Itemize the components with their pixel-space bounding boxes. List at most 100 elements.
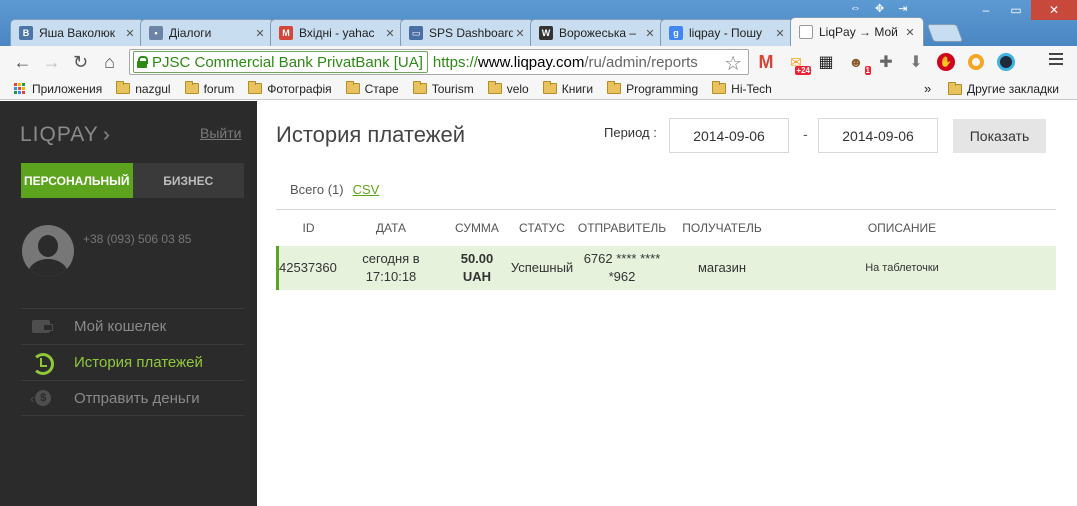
user-phone: +38 (093) 506 03 85 bbox=[83, 232, 192, 246]
bookmark-label: Приложения bbox=[32, 81, 103, 96]
period-label: Период : bbox=[604, 125, 657, 140]
results-summary: Всего (1) CSV bbox=[290, 182, 379, 197]
tab-title: liqpay - Пошу bbox=[689, 26, 762, 40]
date-separator: - bbox=[803, 126, 808, 142]
tab-close-icon[interactable]: ✕ bbox=[643, 27, 657, 40]
back-button[interactable]: ← bbox=[8, 48, 37, 76]
bookmark-folder[interactable]: Hi-Tech bbox=[712, 81, 772, 96]
sidebar-item-payment-history[interactable]: История платежей bbox=[21, 344, 244, 380]
apps-grid-icon bbox=[14, 82, 26, 95]
url-text[interactable]: https://www.liqpay.com/ru/admin/reports bbox=[433, 54, 698, 71]
extension-icons: M ✉ +24 ▦ ☻ 1 ✚ ⬇ ✋ bbox=[754, 50, 1018, 75]
sidebar-item-wallet[interactable]: Мой кошелек bbox=[21, 308, 244, 344]
folder-icon bbox=[712, 81, 727, 94]
payment-sender: 6762 **** **** *962 bbox=[571, 250, 673, 286]
payment-date-time: 17:10:18 bbox=[365, 269, 417, 284]
bookmark-label: Hi-Tech bbox=[731, 81, 772, 96]
bookmark-folder[interactable]: nazgul bbox=[116, 81, 171, 96]
folder-icon bbox=[345, 81, 360, 94]
adblock-icon[interactable]: ✋ bbox=[934, 50, 958, 74]
payment-sender-card: 6762 **** **** bbox=[583, 251, 661, 266]
tab-title: Діалоги bbox=[169, 26, 212, 40]
personal-mode-tab[interactable]: ПЕРСОНАЛЬНЫЙ bbox=[21, 163, 133, 198]
payment-amount: 50.00 UAH bbox=[441, 250, 513, 286]
home-button[interactable]: ⌂ bbox=[95, 48, 124, 76]
bookmark-folder[interactable]: Programming bbox=[607, 81, 698, 96]
date-from-input[interactable] bbox=[669, 118, 789, 153]
browser-tab[interactable]: LiqPay → Мой ✕ bbox=[790, 17, 924, 46]
address-bar[interactable]: PJSC Commercial Bank PrivatBank [UA] htt… bbox=[129, 49, 749, 75]
puzzle-icon[interactable]: ✚ bbox=[874, 50, 898, 74]
bookmark-label: forum bbox=[203, 81, 235, 96]
qr-code-icon[interactable]: ▦ bbox=[814, 50, 838, 74]
bookmarks-overflow-button[interactable]: » bbox=[924, 81, 931, 96]
table-row[interactable]: 42537360 сегодня в 17:10:18 50.00 UAH Успе… bbox=[276, 246, 1056, 290]
new-tab-button[interactable] bbox=[926, 24, 964, 42]
tab-close-icon[interactable]: ✕ bbox=[903, 26, 917, 39]
browser-tab[interactable]: ▭ SPS Dashboard ✕ bbox=[400, 19, 534, 46]
browser-tab[interactable]: B Яша Ваколюк ✕ bbox=[10, 19, 144, 46]
folder-icon bbox=[412, 81, 427, 94]
other-bookmarks-label: Другие закладки bbox=[967, 82, 1059, 96]
bookmark-folder[interactable]: Tourism bbox=[412, 81, 474, 96]
reload-button[interactable]: ↻ bbox=[66, 48, 95, 76]
chrome-menu-icon[interactable] bbox=[1049, 53, 1063, 68]
tab-close-icon[interactable]: ✕ bbox=[513, 27, 527, 40]
browser-tab[interactable]: W Ворожеська – ✕ bbox=[530, 19, 664, 46]
orange-circle-icon[interactable] bbox=[964, 50, 988, 74]
other-bookmarks-folder[interactable]: Другие закладки bbox=[948, 81, 1059, 96]
tab-close-icon[interactable]: ✕ bbox=[383, 27, 397, 40]
resize-icon[interactable]: ⇔ bbox=[850, 2, 861, 15]
bookmark-label: Книги bbox=[561, 81, 594, 96]
sidebar-item-label: Отправить деньги bbox=[74, 389, 200, 407]
ev-certificate-chip[interactable]: PJSC Commercial Bank PrivatBank [UA] bbox=[133, 51, 428, 73]
send-money-icon: ‹ $ bbox=[30, 386, 54, 410]
tab-close-icon[interactable]: ✕ bbox=[123, 27, 137, 40]
sidebar-item-send-money[interactable]: ‹ $ Отправить деньги bbox=[21, 380, 244, 416]
minimize-button[interactable]: – bbox=[971, 0, 1001, 20]
avatar[interactable] bbox=[22, 225, 74, 277]
browser-tab[interactable]: g liqpay - Пошу ✕ bbox=[660, 19, 794, 46]
folder-icon bbox=[487, 81, 502, 94]
bookmark-star-icon[interactable]: ☆ bbox=[724, 51, 742, 76]
bookmark-folder[interactable]: Книги bbox=[542, 81, 594, 96]
mail-notifier-icon[interactable]: ✉ +24 bbox=[784, 50, 811, 75]
forward-button[interactable]: → bbox=[37, 48, 66, 76]
bookmark-folder[interactable]: velo bbox=[487, 81, 529, 96]
business-mode-tab[interactable]: БИЗНЕС bbox=[132, 163, 244, 198]
column-header-status: СТАТУС bbox=[519, 221, 565, 235]
eye-circle-icon[interactable] bbox=[994, 50, 1018, 74]
folder-icon bbox=[607, 81, 622, 94]
bookmark-apps[interactable]: Приложения bbox=[14, 82, 102, 96]
laptop-icon: ▭ bbox=[409, 26, 423, 40]
csv-export-link[interactable]: CSV bbox=[353, 182, 380, 197]
bookmark-label: nazgul bbox=[135, 81, 171, 96]
sidebar-menu: Мой кошелек История платежей ‹ $ Отправит… bbox=[21, 308, 244, 416]
window-close-button[interactable]: ✕ bbox=[1031, 0, 1077, 20]
bookmark-folder[interactable]: Старе bbox=[345, 81, 399, 96]
download-icon[interactable]: ⬇ bbox=[904, 50, 928, 74]
browser-tab[interactable]: M Вхідні - yahac ✕ bbox=[270, 19, 404, 46]
browser-tab[interactable]: ▪ Діалоги ✕ bbox=[140, 19, 274, 46]
tab-close-icon[interactable]: ✕ bbox=[773, 27, 787, 40]
certificate-owner: PJSC Commercial Bank PrivatBank [UA] bbox=[152, 53, 423, 71]
liqpay-logo[interactable]: LIQPAY ›› bbox=[20, 123, 112, 147]
date-to-input[interactable] bbox=[818, 118, 938, 153]
logout-link[interactable]: Выйти bbox=[200, 125, 241, 141]
table-header: ID ДАТА СУММА СТАТУС ОТПРАВИТЕЛЬ ПОЛУЧАТ… bbox=[276, 210, 1056, 246]
exit-icon[interactable]: ⇥ bbox=[898, 2, 907, 15]
payment-sender-card-end: *962 bbox=[608, 269, 636, 284]
logo-text: LIQPAY bbox=[20, 123, 99, 146]
column-header-id: ID bbox=[302, 221, 315, 235]
payment-id: 42537360 bbox=[279, 260, 337, 275]
profile-extension-icon[interactable]: ☻ 1 bbox=[844, 50, 871, 75]
maximize-button[interactable]: ▭ bbox=[1001, 0, 1031, 20]
payment-amount-value: 50.00 bbox=[460, 251, 494, 266]
show-button[interactable]: Показать bbox=[953, 119, 1046, 153]
bookmark-folder[interactable]: Фотографія bbox=[248, 81, 332, 96]
gmail-extension-icon[interactable]: M bbox=[754, 50, 778, 74]
move-icon[interactable]: ✥ bbox=[875, 2, 884, 15]
tab-close-icon[interactable]: ✕ bbox=[253, 27, 267, 40]
bookmark-folder[interactable]: forum bbox=[184, 81, 235, 96]
url-scheme: https:// bbox=[432, 53, 478, 71]
